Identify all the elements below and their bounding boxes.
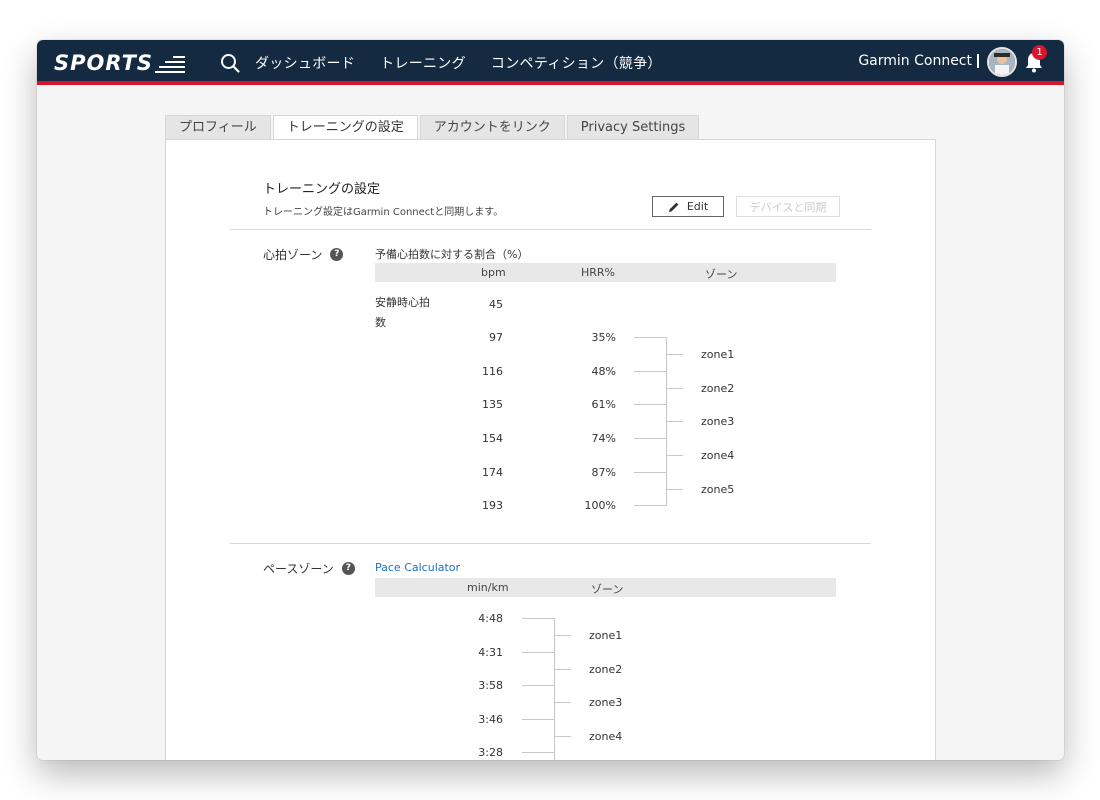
- col-bpm: bpm: [481, 266, 506, 279]
- pace-value: 3:46: [478, 713, 503, 726]
- section-title: トレーニングの設定: [263, 182, 381, 197]
- edit-button[interactable]: Edit: [652, 196, 724, 217]
- divider: [230, 229, 871, 230]
- zone-label: zone4: [589, 730, 623, 743]
- zone-bracket-line: [634, 404, 666, 405]
- zone-bracket-line: [522, 752, 554, 753]
- hrr-value: 61%: [591, 398, 616, 411]
- notification-badge: 1: [1032, 45, 1047, 60]
- zone-bracket-line: [522, 685, 554, 686]
- zone-label: zone5: [701, 483, 735, 496]
- sync-device-button[interactable]: デバイスと同期: [736, 196, 840, 217]
- bpm-value: 174: [482, 466, 503, 479]
- heart-zone-label: 心拍ゾーン: [263, 248, 323, 262]
- zone-label: zone3: [589, 696, 623, 709]
- zone-bracket-spine: [554, 618, 555, 760]
- zone-bracket-line: [522, 719, 554, 720]
- hrr-value: 35%: [591, 331, 616, 344]
- pace-value: 3:58: [478, 679, 503, 692]
- help-icon[interactable]: ?: [330, 248, 344, 261]
- pace-calculator-link[interactable]: Pace Calculator: [375, 561, 460, 574]
- col-zone: ゾーン: [591, 583, 624, 596]
- zone-label: zone1: [589, 629, 623, 642]
- bpm-value: 154: [482, 432, 503, 445]
- zone-label: zone2: [589, 663, 623, 676]
- sports-logo[interactable]: SPORTS: [54, 51, 186, 75]
- nav-dashboard[interactable]: ダッシュボード: [255, 53, 355, 73]
- resting-hr-label-line2: 数: [375, 316, 386, 329]
- edit-label: Edit: [686, 200, 709, 213]
- heart-zone-table-header: bpm HRR% ゾーン: [375, 263, 836, 282]
- bpm-value: 135: [482, 398, 503, 411]
- avatar[interactable]: [987, 47, 1017, 77]
- zone-bracket-tick: [666, 455, 683, 456]
- zone-label: zone2: [701, 382, 735, 395]
- zone-label: zone1: [701, 348, 735, 361]
- account-name[interactable]: Garmin Connect: [858, 53, 972, 69]
- nav-competition[interactable]: コンペティション（競争）: [491, 53, 662, 73]
- pace-zone-table-header: min/km ゾーン: [375, 578, 836, 597]
- resting-hr-label-line1: 安静時心拍: [375, 296, 430, 309]
- hrr-value: 48%: [591, 365, 616, 378]
- settings-tabs: プロフィール トレーニングの設定 アカウントをリンク Privacy Setti…: [165, 115, 701, 140]
- resting-hr-value: 45: [489, 298, 503, 311]
- bpm-value: 116: [482, 365, 503, 378]
- hrr-value: 100%: [584, 499, 616, 512]
- tab-profile[interactable]: プロフィール: [165, 115, 271, 139]
- zone-bracket-line: [522, 618, 554, 619]
- hrr-value: 87%: [591, 466, 616, 479]
- pace-value: 4:31: [478, 646, 503, 659]
- zone-bracket-tick: [554, 702, 571, 703]
- col-hrr: HRR%: [581, 266, 616, 279]
- browser-window: SPORTS ダッシュボード トレーニング コンペティション（競争） Garmi…: [37, 40, 1064, 760]
- zone-bracket-tick: [554, 635, 571, 636]
- top-nav-bar: SPORTS ダッシュボード トレーニング コンペティション（競争） Garmi…: [37, 40, 1064, 85]
- zone-label: zone4: [701, 449, 735, 462]
- zone-bracket-tick: [666, 354, 683, 355]
- zone-bracket-line: [634, 505, 666, 506]
- heart-zone-label-row: 心拍ゾーン ?: [263, 246, 344, 263]
- heart-zone-method: 予備心拍数に対する割合（%）: [375, 248, 529, 261]
- zone-bracket-tick: [554, 736, 571, 737]
- zone-bracket-line: [634, 371, 666, 372]
- hrr-value: 74%: [591, 432, 616, 445]
- tab-link-accounts[interactable]: アカウントをリンク: [419, 115, 565, 139]
- zone-bracket-line: [634, 472, 666, 473]
- zone-bracket-line: [522, 652, 554, 653]
- section-subtitle: トレーニング設定はGarmin Connectと同期します。: [263, 207, 504, 218]
- logo-text: SPORTS: [54, 51, 154, 75]
- zone-bracket-line: [634, 337, 666, 338]
- pace-value: 4:48: [478, 612, 503, 625]
- zone-bracket-line: [634, 438, 666, 439]
- pace-zone-label-row: ペースゾーン ?: [263, 560, 355, 577]
- account-separator: [977, 54, 979, 68]
- zone-bracket-tick: [554, 669, 571, 670]
- pace-zone-label: ペースゾーン: [263, 562, 334, 576]
- tab-privacy-settings[interactable]: Privacy Settings: [566, 115, 700, 139]
- col-min-km: min/km: [467, 581, 509, 594]
- zone-label: zone3: [701, 415, 735, 428]
- help-icon[interactable]: ?: [341, 562, 355, 575]
- pencil-icon: [668, 202, 679, 212]
- zone-bracket-tick: [666, 421, 683, 422]
- nav-training[interactable]: トレーニング: [380, 53, 466, 73]
- zone-bracket-tick: [666, 388, 683, 389]
- main-nav: ダッシュボード トレーニング コンペティション（競争）: [255, 40, 687, 85]
- divider: [230, 543, 871, 544]
- search-icon[interactable]: [220, 53, 240, 73]
- bpm-value: 97: [489, 331, 503, 344]
- bpm-value: 193: [482, 499, 503, 512]
- logo-speed-lines: [155, 53, 186, 73]
- pace-value: 3:28: [478, 746, 503, 759]
- settings-panel: トレーニングの設定 トレーニング設定はGarmin Connectと同期します。…: [165, 139, 936, 760]
- zone-bracket-tick: [666, 489, 683, 490]
- col-zone: ゾーン: [705, 268, 738, 281]
- tab-training-settings[interactable]: トレーニングの設定: [272, 115, 418, 140]
